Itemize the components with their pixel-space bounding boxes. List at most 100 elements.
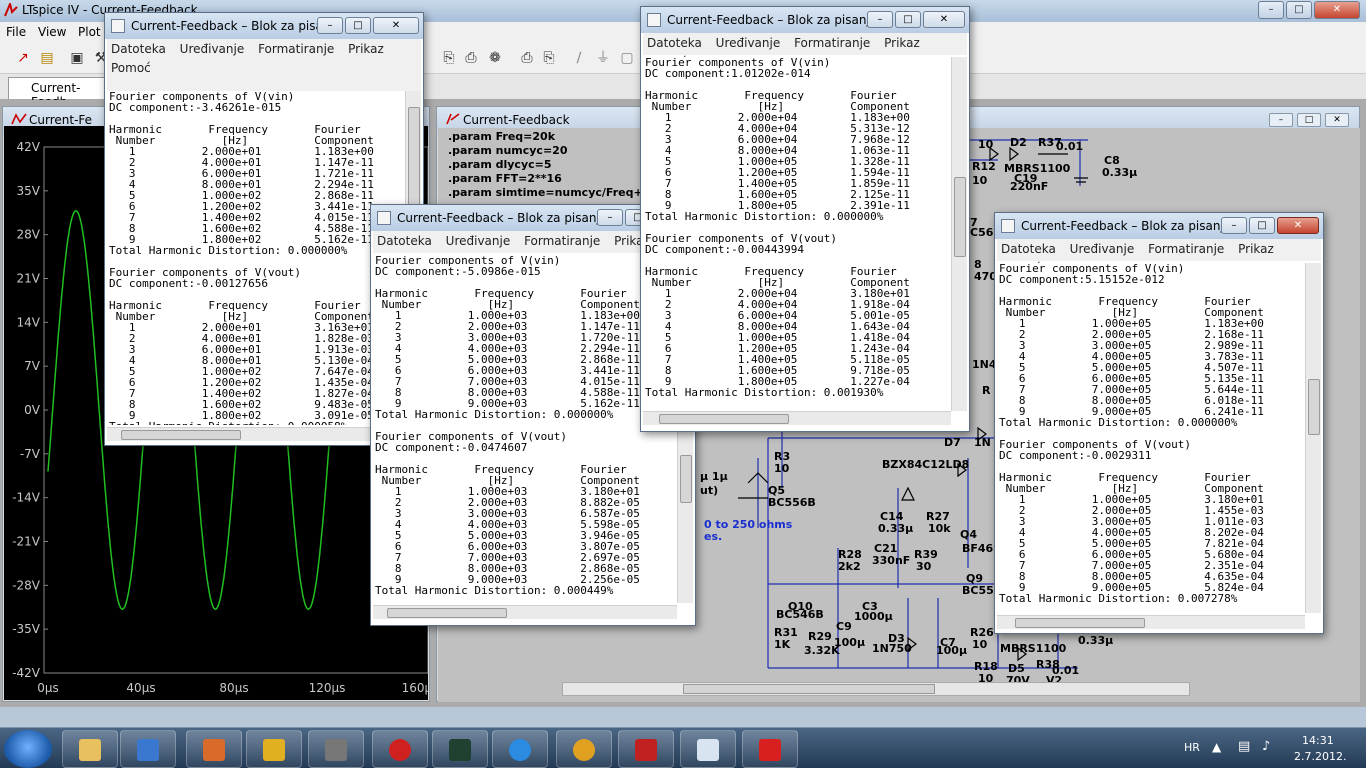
paste-icon[interactable]: ⎙ bbox=[462, 49, 480, 67]
notepad-4-vscroll[interactable] bbox=[1305, 263, 1321, 613]
label-c8-val: 0.33µ bbox=[1102, 166, 1138, 179]
open-icon[interactable]: ▤ bbox=[38, 49, 56, 67]
notepad-3-text-area[interactable]: Fourier components of V(vin) DC componen… bbox=[643, 57, 951, 411]
menu-view[interactable]: View bbox=[38, 25, 66, 39]
notepad-3-hscroll-thumb[interactable] bbox=[659, 414, 789, 424]
notepad-1-hscroll[interactable] bbox=[107, 427, 405, 441]
menu-formatiranje[interactable]: Formatiranje bbox=[794, 36, 870, 50]
notepad-4-vscroll-thumb[interactable] bbox=[1308, 379, 1320, 435]
menu-datoteka[interactable]: Datoteka bbox=[1001, 242, 1056, 256]
copy-icon[interactable]: ⎘ bbox=[440, 49, 458, 67]
menu-prikaz[interactable]: Prikaz bbox=[884, 36, 920, 50]
app-icon bbox=[325, 739, 347, 761]
close-button[interactable]: ✕ bbox=[1314, 1, 1360, 19]
x-tick-label: 40µs bbox=[126, 681, 155, 695]
taskbar-app-6[interactable] bbox=[372, 730, 428, 768]
notepad-4-maximize-button[interactable]: □ bbox=[1249, 217, 1275, 234]
taskbar-internet-explorer[interactable] bbox=[492, 730, 548, 768]
notepad-1-maximize-button[interactable]: □ bbox=[345, 17, 371, 34]
label-r37-val: 0.01 bbox=[1056, 140, 1084, 153]
notepad-1-text-area[interactable]: Fourier components of V(vin) DC componen… bbox=[107, 91, 405, 425]
y-tick-label: 42V bbox=[17, 140, 41, 154]
notepad-4-hscroll-thumb[interactable] bbox=[1015, 618, 1145, 628]
y-tick-label: 28V bbox=[17, 228, 41, 242]
notepad-1-minimize-button[interactable]: – bbox=[317, 17, 343, 34]
menu-prikaz[interactable]: Prikaz bbox=[348, 42, 384, 56]
notepad-2-text-area[interactable]: Fourier components of V(vin) DC componen… bbox=[373, 255, 677, 603]
app-icon bbox=[203, 739, 225, 761]
schematic-icon bbox=[446, 113, 460, 125]
menu-datoteka[interactable]: Datoteka bbox=[111, 42, 166, 56]
minimize-button[interactable]: – bbox=[1258, 1, 1284, 19]
label-1n4: 1N4 bbox=[972, 358, 997, 371]
notepad-3-vscroll-thumb[interactable] bbox=[954, 177, 966, 257]
network-icon[interactable]: ▤ bbox=[1238, 739, 1250, 754]
notepad-3-hscroll[interactable] bbox=[643, 411, 951, 425]
volume-icon[interactable]: ♪ bbox=[1262, 739, 1270, 754]
taskbar-app-4[interactable] bbox=[246, 730, 302, 768]
notepad-2-vscroll-thumb[interactable] bbox=[680, 455, 692, 503]
wire-icon[interactable]: ∕ bbox=[570, 49, 588, 67]
taskbar-app-5[interactable] bbox=[308, 730, 364, 768]
menu-datoteka[interactable]: Datoteka bbox=[377, 234, 432, 248]
x-axis-ticks: 0µs 40µs 80µs 120µs 160µs bbox=[37, 681, 438, 695]
menu-uredivanje[interactable]: Uređivanje bbox=[180, 42, 245, 56]
menu-uredivanje[interactable]: Uređivanje bbox=[716, 36, 781, 50]
show-hidden-icon[interactable]: ▲ bbox=[1212, 740, 1221, 754]
schematic-minimize-button[interactable]: – bbox=[1269, 113, 1293, 127]
label-033u: 0.33µ bbox=[1078, 634, 1114, 647]
taskbar-app-12[interactable] bbox=[742, 730, 798, 768]
new-schematic-icon[interactable]: ↗ bbox=[14, 49, 32, 67]
label-net-icon[interactable]: ▢ bbox=[618, 49, 636, 67]
menu-formatiranje[interactable]: Formatiranje bbox=[1148, 242, 1224, 256]
ground-icon[interactable]: ⏚ bbox=[594, 49, 612, 67]
taskbar-oscilloscope[interactable] bbox=[432, 730, 488, 768]
notepad-3-vscroll[interactable] bbox=[951, 57, 967, 411]
menu-uredivanje[interactable]: Uređivanje bbox=[446, 234, 511, 248]
menu-file[interactable]: File bbox=[6, 25, 26, 39]
taskbar-app-3[interactable] bbox=[186, 730, 242, 768]
menu-plot[interactable]: Plot bbox=[78, 25, 101, 39]
schematic-restore-button[interactable]: □ bbox=[1297, 113, 1321, 127]
notepad-4-text: Fourier components of V(vin) DC componen… bbox=[999, 263, 1264, 605]
clock-time[interactable]: 14:31 bbox=[1302, 734, 1334, 747]
note-es: es. bbox=[704, 530, 723, 543]
language-indicator[interactable]: HR bbox=[1184, 741, 1200, 754]
save-icon[interactable]: ▣ bbox=[68, 49, 86, 67]
tab-current-feedback[interactable]: Current-Feedb bbox=[8, 77, 112, 109]
taskbar-explorer[interactable] bbox=[62, 730, 118, 768]
start-button[interactable] bbox=[4, 730, 52, 768]
taskbar-media-player[interactable] bbox=[120, 730, 176, 768]
notepad-3-close-button[interactable]: ✕ bbox=[923, 11, 965, 28]
notepad-3-minimize-button[interactable]: – bbox=[867, 11, 893, 28]
notepad-2-hscroll[interactable] bbox=[373, 605, 677, 619]
notepad-3-maximize-button[interactable]: □ bbox=[895, 11, 921, 28]
find-icon[interactable]: ❁ bbox=[486, 49, 504, 67]
notepad-1-hscroll-thumb[interactable] bbox=[121, 430, 241, 440]
maximize-button[interactable]: □ bbox=[1286, 1, 1312, 19]
print-icon[interactable]: ⎙ bbox=[518, 49, 536, 67]
menu-formatiranje[interactable]: Formatiranje bbox=[258, 42, 334, 56]
ie-icon bbox=[509, 739, 531, 761]
schematic-hscroll[interactable] bbox=[562, 682, 1190, 696]
notepad-2-minimize-button[interactable]: – bbox=[597, 209, 623, 226]
menu-datoteka[interactable]: Datoteka bbox=[647, 36, 702, 50]
schematic-hscroll-thumb[interactable] bbox=[683, 684, 935, 694]
notepad-4-minimize-button[interactable]: – bbox=[1221, 217, 1247, 234]
clock-date[interactable]: 2.7.2012. bbox=[1294, 750, 1346, 763]
print-setup-icon[interactable]: ⎘ bbox=[540, 49, 558, 67]
app-icon bbox=[389, 739, 411, 761]
notepad-1-close-button[interactable]: ✕ bbox=[373, 17, 419, 34]
menu-prikaz[interactable]: Prikaz bbox=[1238, 242, 1274, 256]
notepad-4-hscroll[interactable] bbox=[997, 615, 1305, 629]
taskbar-notepad[interactable] bbox=[680, 730, 736, 768]
taskbar-app-9[interactable] bbox=[556, 730, 612, 768]
notepad-4-close-button[interactable]: ✕ bbox=[1277, 217, 1319, 234]
taskbar-ltspice[interactable] bbox=[618, 730, 674, 768]
schematic-close-button[interactable]: ✕ bbox=[1325, 113, 1349, 127]
notepad-2-hscroll-thumb[interactable] bbox=[387, 608, 507, 618]
menu-pomoc[interactable]: Pomoć bbox=[111, 61, 151, 75]
menu-formatiranje[interactable]: Formatiranje bbox=[524, 234, 600, 248]
menu-uredivanje[interactable]: Uređivanje bbox=[1070, 242, 1135, 256]
notepad-4-text-area[interactable]: Fourier components of V(vin) DC componen… bbox=[997, 263, 1305, 613]
